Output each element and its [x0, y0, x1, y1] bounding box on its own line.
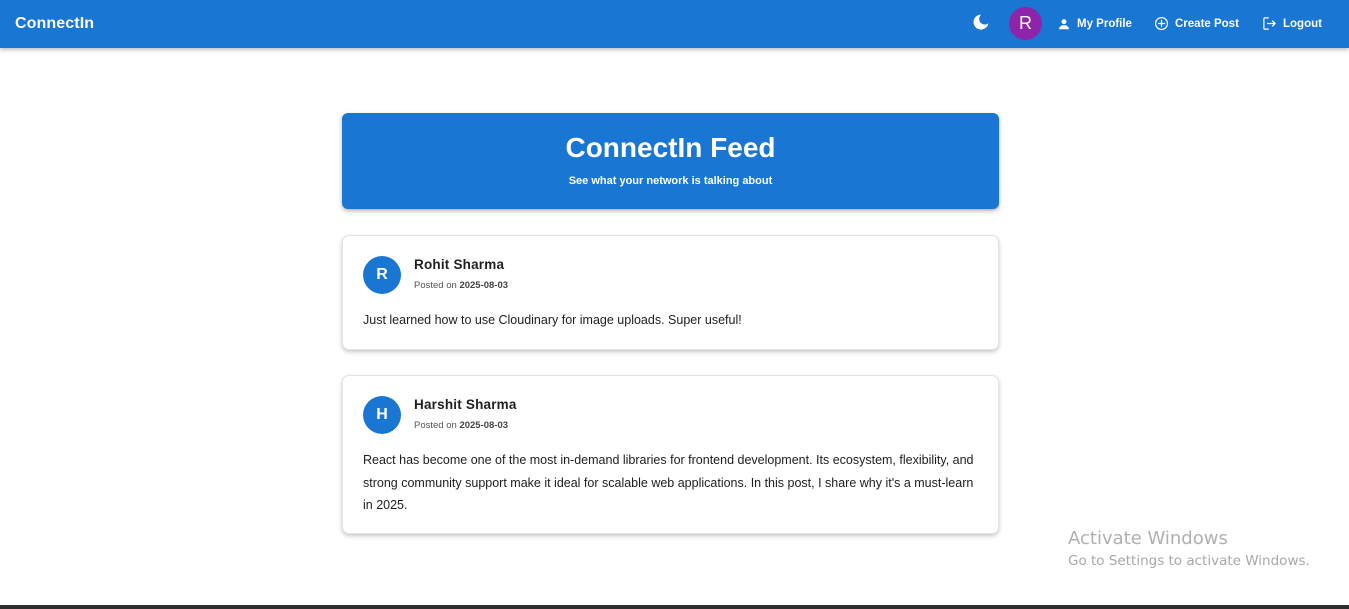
post-date-value: 2025-08-03: [459, 280, 509, 291]
post-card: H Harshit Sharma Posted on 2025-08-03 Re…: [342, 375, 999, 534]
activate-windows-watermark: Activate Windows Go to Settings to activ…: [1068, 528, 1310, 570]
logout-button[interactable]: Logout: [1262, 0, 1322, 47]
brand-logo[interactable]: ConnectIn: [15, 0, 94, 47]
post-content: React has become one of the most in-dema…: [363, 453, 974, 512]
post-content: Just learned how to use Cloudinary for i…: [363, 313, 742, 327]
page-subtitle: See what your network is talking about: [568, 175, 773, 187]
post-author: Rohit Sharma: [414, 257, 505, 272]
watermark-title: Activate Windows: [1068, 528, 1228, 549]
page-title: ConnectIn Feed: [565, 132, 776, 163]
post-author: Harshit Sharma: [414, 397, 517, 412]
posted-on-label: Posted on: [414, 420, 457, 431]
feed-header: ConnectIn Feed See what your network is …: [342, 113, 999, 209]
post-date-value: 2025-08-03: [459, 420, 509, 431]
theme-toggle-button[interactable]: [969, 12, 993, 36]
post-card: R Rohit Sharma Posted on 2025-08-03 Just…: [342, 235, 999, 350]
avatar: H: [363, 396, 401, 434]
my-profile-label: My Profile: [1077, 17, 1132, 30]
post-date: Posted on 2025-08-03: [414, 280, 508, 292]
moon-icon: [972, 13, 990, 36]
create-post-label: Create Post: [1175, 17, 1239, 30]
posted-on-label: Posted on: [414, 280, 457, 291]
taskbar-edge: [0, 605, 1349, 609]
logout-label: Logout: [1283, 17, 1322, 30]
app-bar: ConnectIn R My Profile Create Post Logou…: [0, 0, 1349, 48]
logout-icon: [1262, 16, 1277, 31]
post-date: Posted on 2025-08-03: [414, 420, 508, 432]
my-profile-button[interactable]: My Profile: [1057, 0, 1132, 47]
add-circle-icon: [1154, 16, 1169, 31]
create-post-button[interactable]: Create Post: [1154, 0, 1239, 47]
avatar: R: [363, 256, 401, 294]
user-avatar[interactable]: R: [1009, 7, 1042, 40]
person-icon: [1057, 17, 1071, 31]
watermark-subtitle: Go to Settings to activate Windows.: [1068, 553, 1310, 569]
